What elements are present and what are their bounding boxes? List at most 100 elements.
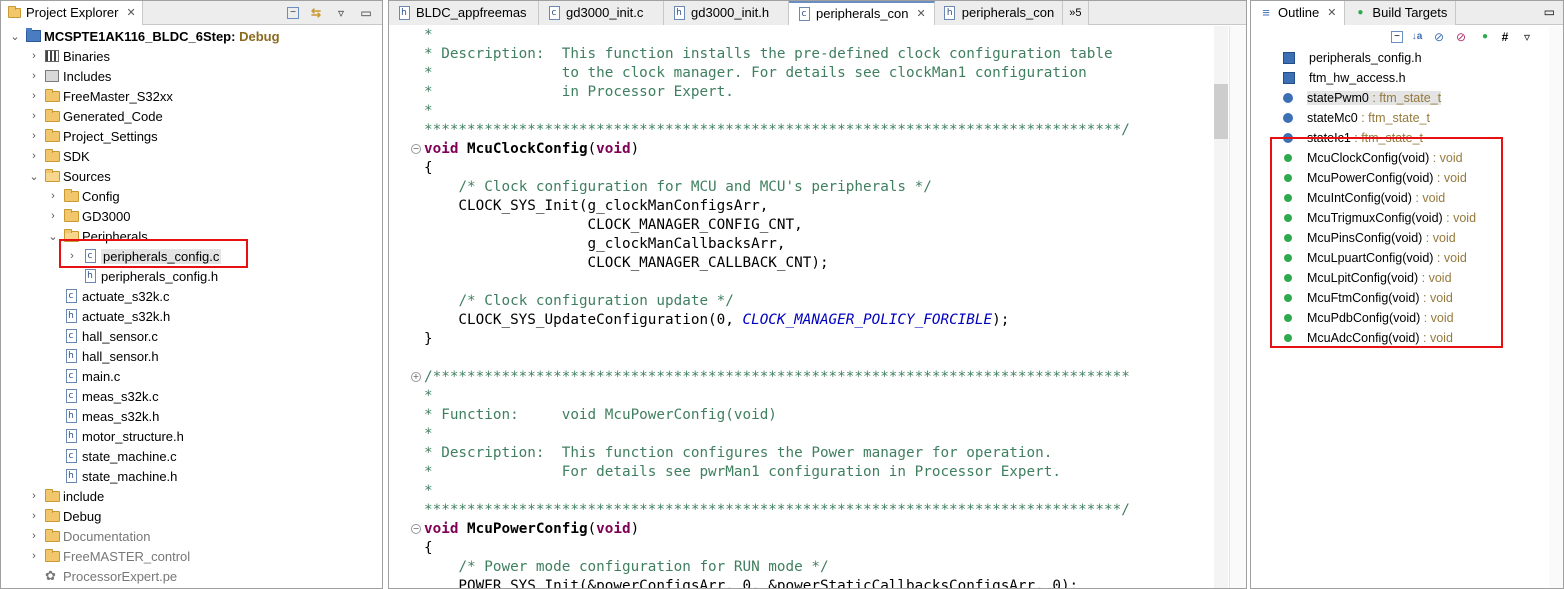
outline-item[interactable]: McuIntConfig(void) : void	[1251, 188, 1551, 208]
hide-fields-icon[interactable]: ⊘	[1431, 29, 1447, 45]
tab-project-explorer[interactable]: Project Explorer ✕	[1, 1, 143, 25]
chevron-right-icon[interactable]: ›	[28, 90, 40, 102]
tree-item[interactable]: c state_machine.c	[1, 446, 382, 466]
editor-tab[interactable]: h BLDC_appfreemas	[389, 1, 539, 25]
chevron-right-icon[interactable]: ›	[28, 110, 40, 122]
chevron-right-icon[interactable]	[47, 370, 59, 382]
chevron-right-icon[interactable]: ›	[28, 150, 40, 162]
outline-item[interactable]: McuLpuartConfig(void) : void	[1251, 248, 1551, 268]
chevron-right-icon[interactable]: ›	[47, 210, 59, 222]
tree-item[interactable]: h meas_s32k.h	[1, 406, 382, 426]
chevron-right-icon[interactable]	[47, 350, 59, 362]
tree-item[interactable]: c actuate_s32k.c	[1, 286, 382, 306]
chevron-right-icon[interactable]	[47, 430, 59, 442]
chevron-right-icon[interactable]	[66, 270, 78, 282]
tree-item[interactable]: ⌄ Sources	[1, 166, 382, 186]
outline-item[interactable]: McuFtmConfig(void) : void	[1251, 288, 1551, 308]
editor-tab[interactable]: c gd3000_init.c	[539, 1, 664, 25]
code-editor[interactable]: * * Description: This function installs t…	[389, 26, 1246, 588]
view-menu-icon[interactable]: ▿	[1519, 29, 1535, 45]
chevron-right-icon[interactable]	[47, 450, 59, 462]
minimize-icon[interactable]: ▭	[1544, 5, 1555, 19]
tree-item[interactable]: c main.c	[1, 366, 382, 386]
hide-static-icon[interactable]: ⊘	[1453, 29, 1469, 45]
chevron-down-icon[interactable]: ⌄	[9, 30, 21, 43]
close-icon[interactable]: ✕	[917, 7, 926, 20]
outline-item[interactable]: peripherals_config.h	[1251, 48, 1551, 68]
tree-item[interactable]: ⌄ Peripherals	[1, 226, 382, 246]
chevron-right-icon[interactable]: ›	[66, 250, 78, 262]
overview-ruler[interactable]	[1229, 26, 1246, 588]
tree-item[interactable]: › Includes	[1, 66, 382, 86]
tree-item[interactable]: h actuate_s32k.h	[1, 306, 382, 326]
hide-non-public-icon[interactable]: ●	[1477, 29, 1493, 45]
collapse-all-icon[interactable]: −	[287, 7, 299, 19]
fold-toggle-icon[interactable]: −	[411, 524, 421, 534]
group-includes-icon[interactable]: #	[1497, 29, 1513, 45]
chevron-right-icon[interactable]	[47, 390, 59, 402]
chevron-right-icon[interactable]: ›	[47, 190, 59, 202]
chevron-right-icon[interactable]: ›	[28, 130, 40, 142]
fold-toggle-icon[interactable]: −	[411, 144, 421, 154]
tree-item[interactable]: › Binaries	[1, 46, 382, 66]
view-menu-icon[interactable]: ▿	[333, 5, 349, 21]
tree-item[interactable]: › c peripherals_config.c	[1, 246, 382, 266]
chevron-right-icon[interactable]: ›	[28, 70, 40, 82]
scrollbar-thumb[interactable]	[1214, 84, 1228, 139]
outline-item[interactable]: statePwm0 : ftm_state_t	[1251, 88, 1551, 108]
chevron-right-icon[interactable]	[28, 570, 40, 582]
tree-item[interactable]: › include	[1, 486, 382, 506]
tree-item[interactable]: › Debug	[1, 506, 382, 526]
tree-item[interactable]: ⌄ MCSPTE1AK116_BLDC_6Step: Debug	[1, 26, 382, 46]
chevron-right-icon[interactable]	[47, 410, 59, 422]
outline-item[interactable]: McuLpitConfig(void) : void	[1251, 268, 1551, 288]
tree-item[interactable]: › Documentation	[1, 526, 382, 546]
collapse-all-icon[interactable]: −	[1391, 31, 1403, 43]
editor-tab[interactable]: h gd3000_init.h	[664, 1, 789, 25]
tab-outline[interactable]: ≡ Outline ✕	[1251, 1, 1346, 25]
chevron-right-icon[interactable]: ›	[28, 50, 40, 62]
tree-item[interactable]: › Config	[1, 186, 382, 206]
tree-item[interactable]: › FreeMASTER_control	[1, 546, 382, 566]
tree-item[interactable]: h motor_structure.h	[1, 426, 382, 446]
chevron-right-icon[interactable]	[47, 470, 59, 482]
chevron-down-icon[interactable]: ⌄	[47, 230, 59, 243]
chevron-right-icon[interactable]: ›	[28, 530, 40, 542]
chevron-right-icon[interactable]	[47, 330, 59, 342]
outline-item[interactable]: McuClockConfig(void) : void	[1251, 148, 1551, 168]
close-icon[interactable]: ✕	[1327, 6, 1336, 19]
outline-item[interactable]: McuPdbConfig(void) : void	[1251, 308, 1551, 328]
tree-item[interactable]: ✿ ProcessorExpert.pe	[1, 566, 382, 586]
chevron-right-icon[interactable]: ›	[28, 550, 40, 562]
tree-item[interactable]: h state_machine.h	[1, 466, 382, 486]
close-icon[interactable]: ✕	[126, 6, 135, 19]
tree-item[interactable]: › Project_Settings	[1, 126, 382, 146]
outline-item[interactable]: McuAdcConfig(void) : void	[1251, 328, 1551, 348]
editor-tab[interactable]: h peripherals_con	[934, 1, 1064, 25]
editor-tab[interactable]: c peripherals_con ✕	[789, 1, 935, 25]
outline-item[interactable]: stateMc0 : ftm_state_t	[1251, 108, 1551, 128]
chevron-right-icon[interactable]	[47, 310, 59, 322]
tab-overflow-button[interactable]: »5	[1063, 1, 1089, 25]
tree-item[interactable]: › GD3000	[1, 206, 382, 226]
outline-item[interactable]: McuPowerConfig(void) : void	[1251, 168, 1551, 188]
fold-toggle-icon[interactable]: +	[411, 372, 421, 382]
tree-item[interactable]: › SDK	[1, 146, 382, 166]
tree-item[interactable]: h hall_sensor.h	[1, 346, 382, 366]
sort-icon[interactable]: ↓a	[1409, 29, 1425, 45]
outline-item[interactable]: stateIc1 : ftm_state_t	[1251, 128, 1551, 148]
tree-item[interactable]: › FreeMaster_S32xx	[1, 86, 382, 106]
minimize-icon[interactable]: ▭	[358, 5, 374, 21]
source-code[interactable]: * * Description: This function installs t…	[411, 26, 1130, 588]
chevron-right-icon[interactable]: ›	[28, 490, 40, 502]
link-with-editor-icon[interactable]: ⇆	[308, 5, 324, 21]
outline-item[interactable]: McuTrigmuxConfig(void) : void	[1251, 208, 1551, 228]
outline-item[interactable]: McuPinsConfig(void) : void	[1251, 228, 1551, 248]
tree-item[interactable]: › Generated_Code	[1, 106, 382, 126]
tab-build-targets[interactable]: ● Build Targets	[1345, 1, 1457, 25]
tree-item[interactable]: h peripherals_config.h	[1, 266, 382, 286]
tree-item[interactable]: c meas_s32k.c	[1, 386, 382, 406]
chevron-right-icon[interactable]: ›	[28, 510, 40, 522]
chevron-down-icon[interactable]: ⌄	[28, 170, 40, 183]
chevron-right-icon[interactable]	[47, 290, 59, 302]
